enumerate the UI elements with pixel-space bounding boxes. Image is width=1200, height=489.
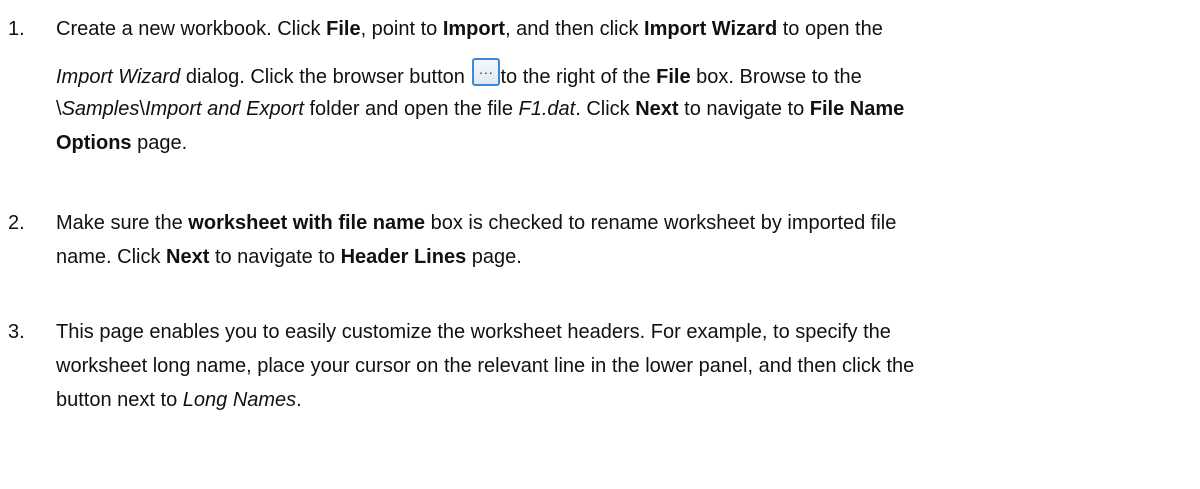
text-run: to navigate to: [209, 246, 341, 268]
button-name-next: Next: [166, 246, 210, 268]
menu-name-import-wizard: Import Wizard: [644, 18, 778, 40]
text-line: Options page.: [56, 126, 1191, 160]
text-line: button next to Long Names.: [56, 383, 1191, 417]
text-line: Make sure the worksheet with file name b…: [56, 206, 1191, 240]
menu-name-import: Import: [442, 18, 506, 40]
step-number: 1.: [8, 18, 25, 40]
text-line: worksheet long name, place your cursor o…: [56, 349, 1191, 383]
text-run: Create a new workbook. Click: [56, 18, 327, 40]
text-run: to navigate to: [678, 98, 810, 120]
text-line: name. Click Next to navigate to Header L…: [56, 240, 1191, 274]
text-line: \Samples\Import and Export folder and op…: [56, 92, 1191, 126]
browse-button-icon: ...: [472, 58, 501, 86]
dialog-name: Import Wizard: [56, 66, 181, 88]
instructions-page: 1. Create a new workbook. Click File, po…: [0, 0, 1200, 489]
page-name: Options: [56, 132, 132, 154]
folder-name: Import and Export: [144, 98, 304, 120]
field-name-file: File: [656, 66, 691, 88]
text-run: page.: [466, 246, 522, 268]
menu-name-file: File: [326, 18, 361, 40]
text-run: dialog. Click the browser button: [180, 66, 471, 88]
text-line: This page enables you to easily customiz…: [56, 315, 1191, 349]
text-run: folder and open the file: [303, 98, 519, 120]
page-name: Header Lines: [340, 246, 467, 268]
step-number: 3.: [8, 321, 25, 343]
text-run: , and then click: [505, 18, 645, 40]
text-run: to open the: [777, 18, 883, 40]
button-label-long-names: Long Names: [182, 389, 297, 411]
text-run: , point to: [360, 18, 443, 40]
text-run: box is checked to rename worksheet by im…: [425, 212, 897, 234]
step-number: 2.: [8, 212, 25, 234]
button-name-next: Next: [635, 98, 679, 120]
text-run: button next to: [56, 389, 183, 411]
text-run: . Click: [575, 98, 636, 120]
text-line: Create a new workbook. Click File, point…: [56, 12, 1191, 58]
text-run: box. Browse to the: [690, 66, 862, 88]
file-name: F1.dat: [518, 98, 576, 120]
text-run: This page enables you to easily customiz…: [56, 321, 891, 343]
ellipsis-glyph: ...: [479, 61, 494, 77]
step-text: This page enables you to easily customiz…: [56, 315, 1191, 417]
text-run: .: [296, 389, 302, 411]
text-run: name. Click: [56, 246, 167, 268]
text-run: to the right of the: [500, 66, 657, 88]
text-run: Make sure the: [56, 212, 189, 234]
step-text: Make sure the worksheet with file name b…: [56, 206, 1191, 274]
text-run: page.: [131, 132, 188, 154]
option-name: worksheet with file name: [188, 212, 426, 234]
page-name: File Name: [809, 98, 905, 120]
text-line: Import Wizard dialog. Click the browser …: [56, 58, 1191, 92]
text-run: worksheet long name, place your cursor o…: [56, 355, 915, 377]
folder-name: Samples: [61, 98, 140, 120]
step-text: Create a new workbook. Click File, point…: [56, 12, 1191, 160]
